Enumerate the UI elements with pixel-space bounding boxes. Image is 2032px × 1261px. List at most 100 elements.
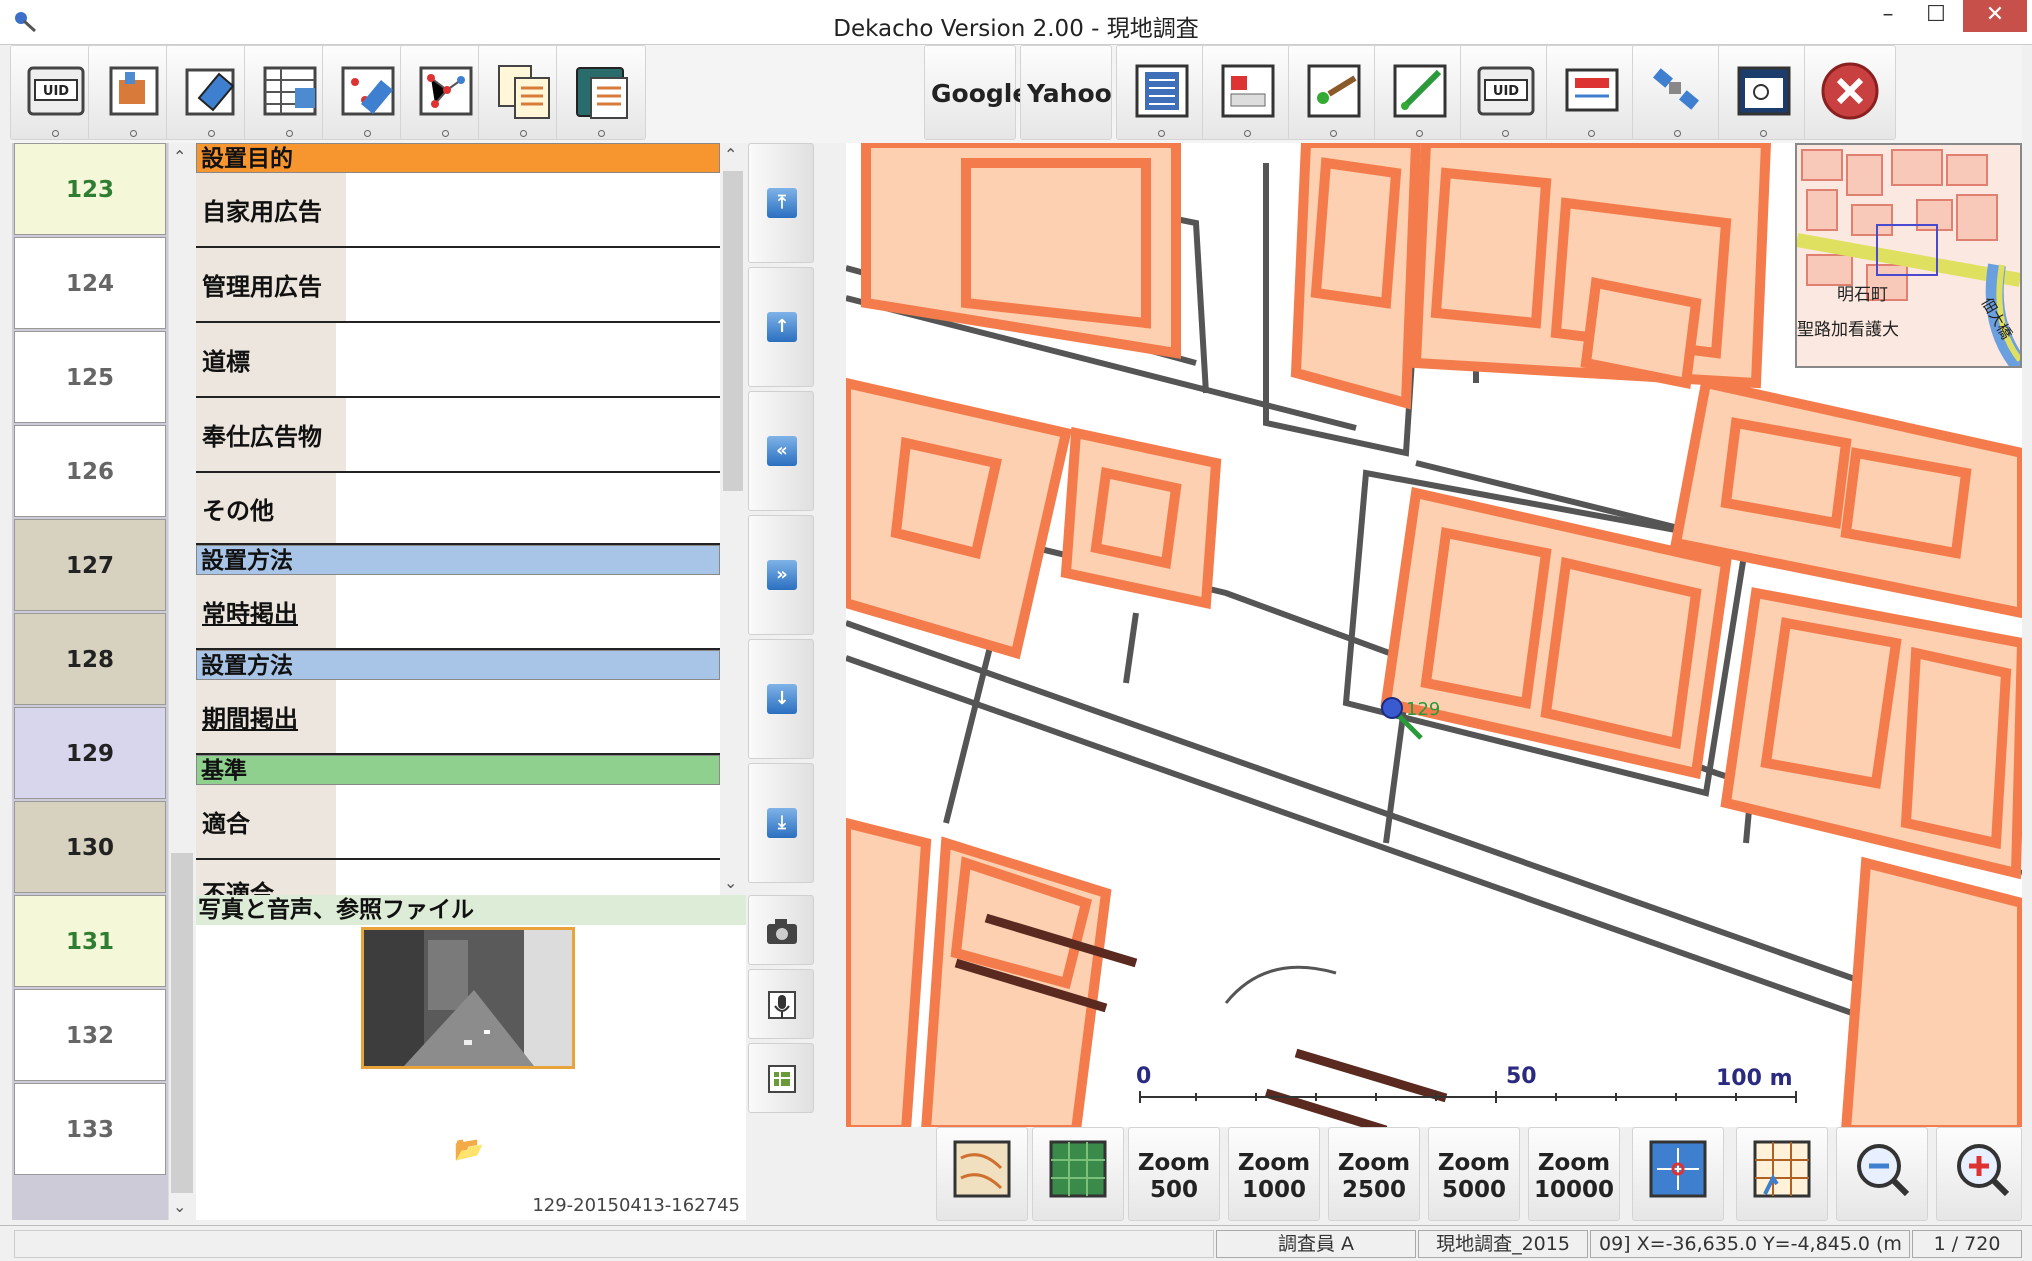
attribute-form: 設置目的 自家用広告 管理用広告 道標 奉仕広告物 その他 設置方法 常時掲出 … [196, 143, 720, 895]
record-item[interactable]: 126 [14, 425, 166, 517]
new-record-button[interactable] [88, 45, 178, 140]
form-row[interactable]: 管理用広告 [196, 248, 720, 323]
map-view[interactable]: 129 明石町 聖路加看護大 佃大橋 0 50 100 m [846, 143, 2022, 1130]
record-item[interactable]: 124 [14, 237, 166, 329]
exit-button[interactable] [1804, 45, 1896, 140]
record-item[interactable]: 129 [14, 707, 166, 799]
record-list-scrollbar[interactable]: ⌃ ⌄ [168, 143, 194, 1220]
maximize-button[interactable]: ☐ [1912, 0, 1960, 32]
aerial-photo-button[interactable] [1032, 1127, 1124, 1221]
minimize-button[interactable]: – [1864, 0, 1912, 32]
zoom-in-icon [1957, 1144, 2010, 1197]
connect-points-button[interactable] [400, 45, 490, 140]
microphone-icon [768, 991, 796, 1019]
erase-record-button[interactable] [166, 45, 256, 140]
record-item[interactable]: 130 [14, 801, 166, 893]
uid-icon: UID [27, 66, 85, 116]
next-record-button[interactable]: » [748, 515, 814, 635]
scrollbar-thumb[interactable] [723, 171, 743, 491]
center-position-button[interactable] [1632, 1127, 1724, 1221]
device-button[interactable] [1546, 45, 1636, 140]
map-icon [953, 1140, 1011, 1198]
prev-record-button[interactable]: « [748, 391, 814, 511]
row-label: 道標 [196, 323, 336, 396]
zoom-2500-button[interactable]: Zoom 2500 [1328, 1127, 1420, 1221]
clipboard-button[interactable] [556, 45, 646, 140]
scroll-down-arrow-icon[interactable]: ⌄ [724, 873, 737, 892]
scrollbar-thumb[interactable] [171, 853, 193, 1193]
window-layout-button[interactable] [1202, 45, 1292, 140]
camera-button[interactable] [748, 895, 814, 965]
window-title: Dekacho Version 2.00 - 現地調査 [833, 16, 1199, 42]
uid-map-button[interactable]: UID [1460, 45, 1550, 140]
copy-list-button[interactable] [478, 45, 568, 140]
record-item[interactable]: 128 [14, 613, 166, 705]
row-label: 奉仕広告物 [196, 398, 346, 471]
media-panel: 写真と音声、参照ファイル 📂 129-20150413-162745 [196, 895, 746, 1220]
form-row[interactable]: 不適合 [196, 860, 720, 895]
scroll-up-arrow-icon[interactable]: ⌃ [173, 147, 186, 166]
record-item[interactable]: 133 [14, 1083, 166, 1175]
save-table-button[interactable] [244, 45, 334, 140]
network-icon [419, 66, 473, 116]
microphone-button[interactable] [748, 969, 814, 1039]
prev-page-button[interactable]: ↑ [748, 267, 814, 387]
zoom-out-button[interactable] [1836, 1127, 1928, 1221]
form-row[interactable]: 道標 [196, 323, 720, 398]
scale-label-50: 50 [1506, 1064, 1537, 1089]
zoom-1000-button[interactable]: Zoom 1000 [1228, 1127, 1320, 1221]
row-label: 不適合 [196, 860, 336, 895]
zoom-5000-button[interactable]: Zoom 5000 [1428, 1127, 1520, 1221]
scroll-down-arrow-icon[interactable]: ⌄ [173, 1197, 186, 1216]
record-item[interactable]: 123 [14, 143, 166, 235]
record-item[interactable]: 131 [14, 895, 166, 987]
form-row[interactable]: その他 [196, 473, 720, 545]
row-label: 自家用広告 [196, 173, 346, 246]
zoom-value: 2500 [1341, 1177, 1406, 1203]
open-folder-icon[interactable]: 📂 [454, 1135, 484, 1163]
media-header: 写真と音声、参照ファイル [196, 895, 746, 925]
record-item[interactable]: 127 [14, 519, 166, 611]
form-row[interactable]: 自家用広告 [196, 173, 720, 248]
street-photo-image [364, 930, 572, 1066]
pencil-icon [1393, 64, 1447, 118]
zoom-value: 5000 [1441, 1177, 1506, 1203]
file-table-icon [768, 1065, 796, 1093]
erase-point-button[interactable] [322, 45, 412, 140]
svg-text:UID: UID [43, 84, 69, 99]
close-window-button[interactable]: ✕ [1963, 0, 2027, 32]
form-scrollbar[interactable]: ⌃ ⌄ [720, 143, 746, 895]
form-row[interactable]: 適合 [196, 785, 720, 860]
last-record-button[interactable]: ⤓ [748, 763, 814, 883]
next-page-button[interactable]: ↓ [748, 639, 814, 759]
draw-line-button[interactable] [1374, 45, 1464, 140]
base-map-button[interactable] [936, 1127, 1028, 1221]
scroll-up-arrow-icon[interactable]: ⌃ [724, 145, 737, 164]
google-map-button[interactable]: Google [924, 45, 1029, 140]
zoom-in-button[interactable] [1936, 1127, 2022, 1221]
photo-thumbnail[interactable] [361, 927, 575, 1069]
main-toolbar: UID Google Yahoo UID [10, 45, 2022, 143]
overview-minimap[interactable]: 明石町 聖路加看護大 佃大橋 [1795, 143, 2022, 372]
google-label: Google [931, 79, 1030, 108]
uid-button[interactable]: UID [10, 45, 100, 140]
form-row[interactable]: 奉仕広告物 [196, 398, 720, 473]
zoom-value: 10000 [1533, 1177, 1615, 1203]
document-list-button[interactable] [1116, 45, 1206, 140]
map-grid-button[interactable] [1736, 1127, 1828, 1221]
gps-satellite-button[interactable] [1632, 45, 1722, 140]
yahoo-map-button[interactable]: Yahoo [1020, 45, 1112, 140]
form-row[interactable]: 期間掲出 [196, 680, 720, 755]
minimap-image: 明石町 聖路加看護大 佃大橋 [1795, 145, 2022, 372]
form-row[interactable]: 常時掲出 [196, 575, 720, 650]
zoom-500-button[interactable]: Zoom 500 [1128, 1127, 1220, 1221]
arrow-up-icon: ↑ [767, 312, 797, 342]
zoom-10000-button[interactable]: Zoom 10000 [1528, 1127, 1620, 1221]
survey-point-button[interactable] [1288, 45, 1378, 140]
record-item[interactable]: 132 [14, 989, 166, 1081]
settings-window-button[interactable] [1718, 45, 1808, 140]
reference-file-button[interactable] [748, 1043, 814, 1113]
first-record-button[interactable]: ⤒ [748, 143, 814, 263]
device-icon [1565, 68, 1619, 112]
record-item[interactable]: 125 [14, 331, 166, 423]
